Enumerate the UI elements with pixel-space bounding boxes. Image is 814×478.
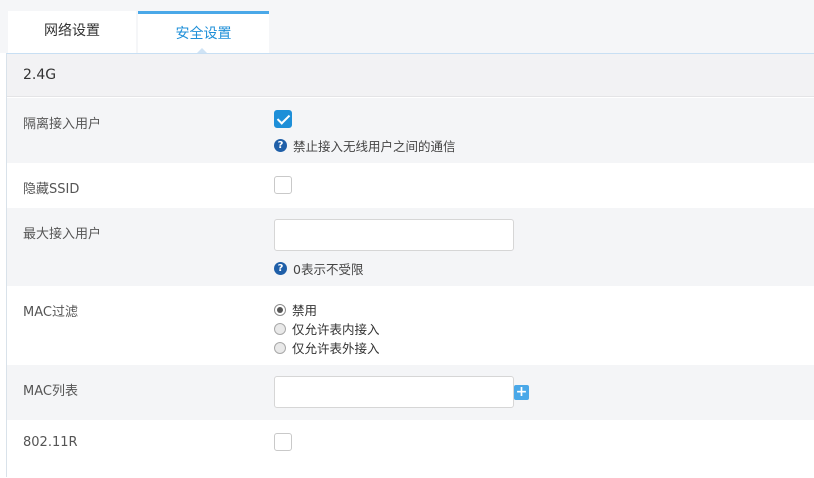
mac-filter-option-allow-outside-list[interactable]: 仅允许表外接入 (274, 338, 380, 357)
radio-icon (274, 341, 286, 354)
max-clients-help: ? 0表示不受限 (274, 259, 363, 278)
mac-list-input[interactable] (274, 376, 514, 408)
row-isolate-clients: 隔离接入用户 ? 禁止接入无线用户之间的通信 (7, 98, 814, 163)
mac-filter-option-allow-in-list[interactable]: 仅允许表内接入 (274, 319, 380, 338)
tab-security-label: 安全设置 (175, 26, 232, 42)
isolate-clients-label: 隔离接入用户 (23, 117, 102, 132)
mac-filter-option-label: 禁用 (292, 303, 318, 318)
help-icon: ? (274, 262, 287, 275)
hide-ssid-label: 隐藏SSID (23, 182, 80, 197)
max-clients-help-text: 0表示不受限 (293, 262, 364, 277)
mac-filter-option-label: 仅允许表外接入 (292, 341, 380, 356)
mac-list-label: MAC列表 (23, 384, 78, 399)
isolate-clients-checkbox[interactable] (274, 110, 292, 128)
row-hide-ssid: 隐藏SSID (7, 163, 814, 208)
row-mac-list: MAC列表 + (7, 365, 814, 420)
mac-filter-option-disabled[interactable]: 禁用 (274, 300, 317, 319)
isolate-clients-help-text: 禁止接入无线用户之间的通信 (293, 139, 456, 154)
tab-security-settings[interactable]: 安全设置 (138, 11, 269, 54)
hide-ssid-checkbox[interactable] (274, 176, 292, 194)
radio-selected-icon (274, 303, 286, 316)
row-max-clients: 最大接入用户 ? 0表示不受限 (7, 208, 814, 286)
max-clients-input[interactable] (274, 219, 514, 251)
row-802-11r: 802.11R (7, 420, 814, 478)
r80211-label: 802.11R (23, 435, 78, 450)
r80211-checkbox[interactable] (274, 433, 292, 451)
help-icon: ? (274, 139, 287, 152)
security-panel: 2.4G 隔离接入用户 ? 禁止接入无线用户之间的通信 隐藏SSID 最大接入用… (6, 53, 814, 478)
tab-network-settings[interactable]: 网络设置 (8, 11, 136, 53)
mac-filter-option-label: 仅允许表内接入 (292, 322, 380, 337)
isolate-clients-help: ? 禁止接入无线用户之间的通信 (274, 136, 456, 155)
section-title-2-4g: 2.4G (7, 54, 814, 97)
tab-bar: 网络设置 安全设置 (0, 0, 814, 54)
max-clients-label: 最大接入用户 (23, 227, 102, 242)
add-mac-button[interactable]: + (514, 385, 529, 400)
row-mac-filter: MAC过滤 禁用 仅允许表内接入 仅允许表外接入 (7, 286, 814, 365)
mac-filter-label: MAC过滤 (23, 305, 78, 320)
radio-icon (274, 322, 286, 335)
